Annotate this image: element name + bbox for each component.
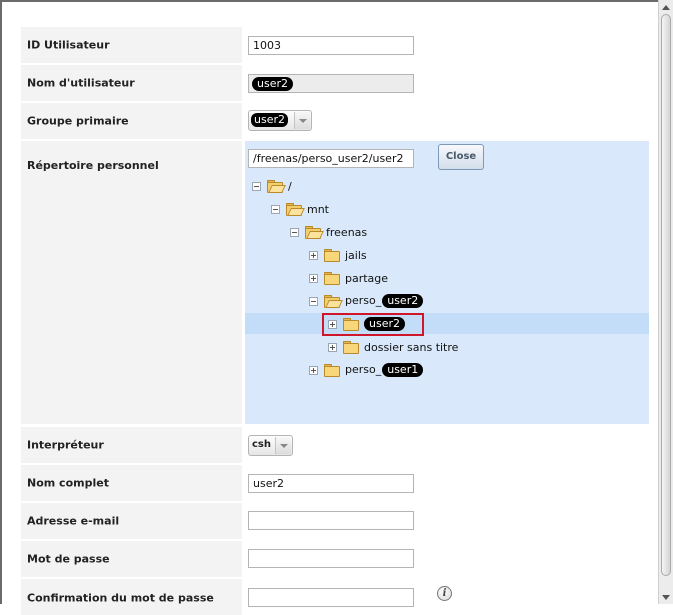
tree-node-jails[interactable]: jails <box>309 245 367 265</box>
username-label: Nom d'utilisateur <box>21 65 242 101</box>
home-dir-input[interactable]: /freenas/perso_user2/user2 <box>248 149 414 168</box>
collapse-icon[interactable] <box>309 296 318 306</box>
folder-icon <box>324 364 340 377</box>
folder-icon <box>343 341 359 354</box>
full-name-input[interactable]: user2 <box>248 474 414 493</box>
uid-input[interactable]: 1003 <box>248 36 414 55</box>
info-icon[interactable]: i <box>437 586 452 601</box>
folder-icon <box>324 272 340 285</box>
tree-node-mnt[interactable]: mnt <box>271 199 329 219</box>
password-confirm-label: Confirmation du mot de passe <box>21 579 242 615</box>
collapse-icon[interactable] <box>252 181 261 191</box>
window-frame-top <box>0 0 673 2</box>
primary-group-redacted: user2 <box>251 113 288 127</box>
shell-cell <box>245 427 649 463</box>
tree-node-freenas[interactable]: freenas <box>290 222 367 242</box>
chevron-down-icon[interactable] <box>275 437 291 454</box>
perso-user2-redacted: user2 <box>382 294 424 308</box>
expand-icon[interactable] <box>309 273 318 283</box>
tree-node-perso-user2[interactable]: perso_ user2 <box>309 291 424 311</box>
collapse-icon[interactable] <box>290 227 299 237</box>
password-input[interactable] <box>248 549 414 568</box>
annotation-highlight-box <box>322 313 424 336</box>
email-input[interactable] <box>248 511 414 530</box>
folder-open-icon <box>305 226 324 239</box>
expand-icon[interactable] <box>309 250 318 260</box>
perso-prefix: perso_ <box>345 363 382 376</box>
email-label: Adresse e-mail <box>21 503 242 539</box>
folder-icon <box>324 249 340 262</box>
tree-node-partage[interactable]: partage <box>309 268 388 288</box>
shell-label: Interpréteur <box>21 427 242 463</box>
chevron-down-icon[interactable] <box>294 112 310 129</box>
tree-node-perso-user1[interactable]: perso_ user1 <box>309 360 424 380</box>
expand-icon[interactable] <box>309 365 318 375</box>
home-dir-label: Répertoire personnel <box>21 141 242 424</box>
password-confirm-input[interactable] <box>248 588 414 607</box>
primary-group-label: Groupe primaire <box>21 103 242 139</box>
folder-open-icon <box>267 180 286 193</box>
username-input[interactable]: user2 <box>248 74 414 93</box>
close-tree-button[interactable]: Close <box>438 144 484 170</box>
scroll-down-icon[interactable] <box>659 590 673 604</box>
scroll-up-icon[interactable] <box>659 0 673 14</box>
expand-icon[interactable] <box>328 342 337 352</box>
directory-tree-panel <box>245 141 649 424</box>
window-frame-left <box>0 0 2 604</box>
uid-label: ID Utilisateur <box>21 27 242 63</box>
tree-node-dossier[interactable]: dossier sans titre <box>328 337 458 357</box>
perso-prefix: perso_ <box>345 294 382 307</box>
vertical-scrollbar[interactable] <box>658 0 673 604</box>
perso-user1-redacted: user1 <box>382 363 424 377</box>
username-redacted: user2 <box>252 77 293 91</box>
collapse-icon[interactable] <box>271 204 280 214</box>
primary-group-select[interactable]: user2 <box>248 110 312 131</box>
shell-select[interactable]: csh <box>248 435 293 456</box>
full-name-label: Nom complet <box>21 465 242 501</box>
folder-open-icon <box>286 203 305 216</box>
selected-row-highlight <box>245 313 649 334</box>
tree-node-root[interactable]: / <box>252 176 292 196</box>
password-label: Mot de passe <box>21 541 242 577</box>
folder-open-icon <box>324 295 343 308</box>
scrollbar-thumb[interactable] <box>661 14 671 576</box>
